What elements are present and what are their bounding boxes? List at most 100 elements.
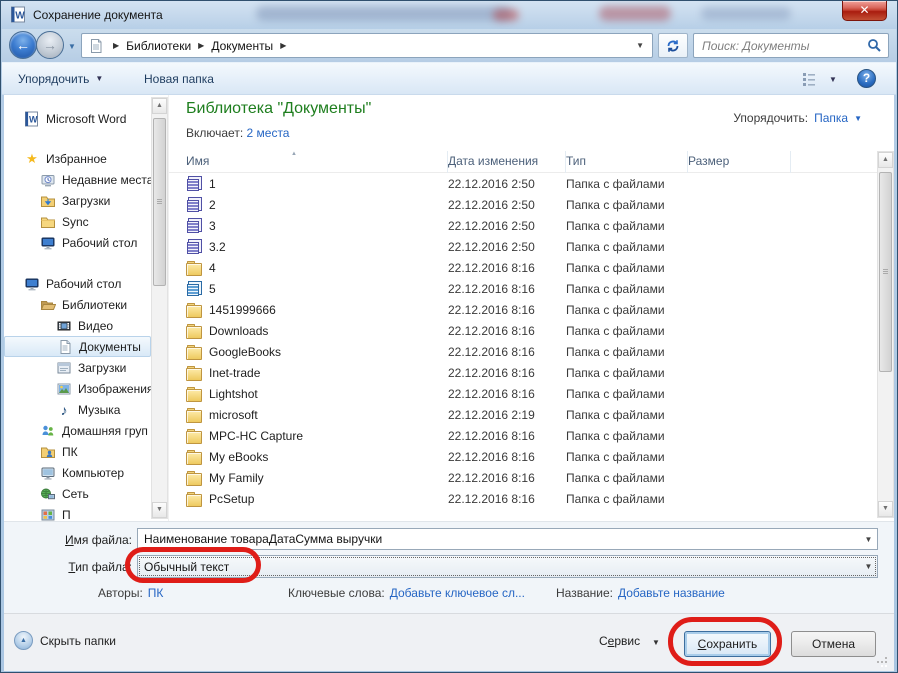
scroll-down-icon[interactable]: ▼ (152, 502, 167, 518)
sidebar-item-network[interactable]: Сеть (4, 483, 151, 504)
resize-grip[interactable] (877, 655, 889, 667)
column-header-name[interactable]: Имя (186, 151, 448, 173)
hide-folders-button[interactable]: ▲ Скрыть папки (14, 631, 116, 650)
file-row[interactable]: Downloads22.12.2016 8:16Папка с файлами (169, 320, 877, 341)
arrange-value-link[interactable]: Папка (814, 111, 848, 125)
new-folder-label: Новая папка (144, 72, 214, 86)
file-icon (186, 302, 202, 318)
sidebar-item-desktop[interactable]: Рабочий стол (4, 232, 151, 253)
sidebar-item-label: Избранное (46, 152, 107, 166)
chevron-down-icon[interactable]: ▼ (652, 638, 660, 647)
file-row[interactable]: microsoft22.12.2016 2:19Папка с файлами (169, 404, 877, 425)
sidebar-item-microsoft-word[interactable]: W Microsoft Word (4, 108, 151, 129)
file-row[interactable]: 145199966622.12.2016 8:16Папка с файлами (169, 299, 877, 320)
filename-input[interactable] (138, 532, 860, 546)
title-value-link[interactable]: Добавьте название (618, 586, 725, 600)
authors-value-link[interactable]: ПК (148, 586, 164, 600)
save-button[interactable]: Сохранить (684, 631, 771, 657)
back-button[interactable]: ← (9, 31, 37, 59)
scroll-up-icon[interactable]: ▲ (152, 98, 167, 114)
sidebar-item-videos[interactable]: Видео (4, 315, 151, 336)
arrange-by-control: Упорядочить: Папка ▼ (733, 111, 862, 125)
sidebar-item-desktop-root[interactable]: Рабочий стол (4, 273, 151, 294)
sidebar-item-control-panel[interactable]: П (4, 504, 151, 521)
pictures-library-icon (56, 381, 72, 397)
word-icon: W (24, 111, 40, 127)
scrollbar-thumb[interactable] (879, 172, 892, 372)
file-row[interactable]: 422.12.2016 8:16Папка с файлами (169, 257, 877, 278)
breadcrumb-documents[interactable]: Документы (211, 39, 273, 53)
address-dropdown-icon[interactable]: ▼ (632, 41, 648, 50)
sidebar-item-music[interactable]: ♪ Музыка (4, 399, 151, 420)
sidebar-item-label: Загрузки (78, 361, 126, 375)
file-row[interactable]: MPC-HC Capture22.12.2016 8:16Папка с фай… (169, 425, 877, 446)
documents-library-icon (57, 339, 73, 355)
sidebar-item-documents[interactable]: Документы (4, 336, 151, 357)
file-row[interactable]: 3.222.12.2016 2:50Папка с файлами (169, 236, 877, 257)
sidebar-item-pictures[interactable]: Изображения (4, 378, 151, 399)
keywords-label: Ключевые слова: (288, 586, 385, 600)
scrollbar-thumb[interactable] (153, 118, 166, 286)
sidebar-item-label: Документы (79, 340, 141, 354)
includes-label: Включает: (186, 126, 243, 140)
file-row[interactable]: Lightshot22.12.2016 8:16Папка с файлами (169, 383, 877, 404)
dialog-footer: ▲ Скрыть папки Сервис ▼ Сохранить Отмена (4, 613, 894, 671)
column-header-date[interactable]: Дата изменения (448, 151, 566, 173)
chevron-down-icon[interactable]: ▼ (860, 535, 877, 544)
sidebar-item-downloads-library[interactable]: Загрузки (4, 357, 151, 378)
file-row[interactable]: Inet-trade22.12.2016 8:16Папка с файлами (169, 362, 877, 383)
sidebar-item-libraries[interactable]: Библиотеки (4, 294, 151, 315)
file-row[interactable]: My eBooks22.12.2016 8:16Папка с файлами (169, 446, 877, 467)
sort-ascending-icon: ▲ (291, 151, 297, 157)
close-button[interactable]: ✕ (842, 1, 887, 21)
address-bar[interactable]: ▶ Библиотеки ▶ Документы ▶ ▼ (81, 33, 653, 58)
sidebar-item-label: Сеть (62, 487, 89, 501)
sidebar-item-sync[interactable]: Sync (4, 211, 151, 232)
scroll-up-icon[interactable]: ▲ (878, 152, 893, 168)
sidebar-scrollbar[interactable]: ▲ ▼ (151, 97, 168, 519)
file-row[interactable]: GoogleBooks22.12.2016 8:16Папка с файлам… (169, 341, 877, 362)
file-icon (186, 470, 202, 486)
column-header-type[interactable]: Тип (566, 151, 688, 173)
file-row[interactable]: My Family22.12.2016 8:16Папка с файлами (169, 467, 877, 488)
cancel-button[interactable]: Отмена (791, 631, 876, 657)
file-row[interactable]: 222.12.2016 2:50Папка с файлами (169, 194, 877, 215)
recent-pages-dropdown[interactable]: ▼ (68, 42, 76, 51)
search-input[interactable] (700, 38, 867, 54)
refresh-button[interactable] (658, 33, 688, 58)
file-row[interactable]: 522.12.2016 8:16Папка с файлами (169, 278, 877, 299)
sidebar-item-recent-places[interactable]: Недавние места (4, 169, 151, 190)
sidebar-item-label: Загрузки (62, 194, 110, 208)
sidebar-item-homegroup[interactable]: Домашняя груп (4, 420, 151, 441)
column-header-size[interactable]: Размер (688, 151, 791, 173)
star-icon: ★ (24, 151, 40, 167)
file-icon (186, 491, 202, 507)
organize-menu-button[interactable]: Упорядочить ▼ (10, 63, 111, 94)
file-row[interactable]: 322.12.2016 2:50Папка с файлами (169, 215, 877, 236)
breadcrumb-libraries[interactable]: Библиотеки (126, 39, 191, 53)
navigation-pane: W Microsoft Word ★ Избранное Недавние ме… (4, 95, 169, 521)
filetype-select[interactable]: Обычный текст ▼ (137, 555, 878, 578)
chevron-down-icon[interactable]: ▼ (860, 562, 877, 571)
sidebar-item-favorites[interactable]: ★ Избранное (4, 148, 151, 169)
file-row[interactable]: 122.12.2016 2:50Папка с файлами (169, 173, 877, 194)
keywords-value-link[interactable]: Добавьте ключевое сл... (390, 586, 525, 600)
sidebar-item-label: Видео (78, 319, 113, 333)
help-icon: ? (863, 71, 870, 85)
forward-button[interactable]: → (36, 31, 64, 59)
scroll-down-icon[interactable]: ▼ (878, 501, 893, 517)
title-bar[interactable]: W Сохранение документа ✕ (1, 1, 897, 29)
sidebar-item-pk[interactable]: ПК (4, 441, 151, 462)
includes-link[interactable]: 2 места (247, 126, 290, 140)
chevron-down-icon[interactable]: ▼ (854, 114, 862, 123)
file-list-scrollbar[interactable]: ▲ ▼ (877, 151, 894, 518)
file-row[interactable]: PcSetup22.12.2016 8:16Папка с файлами (169, 488, 877, 509)
sidebar-item-computer[interactable]: Компьютер (4, 462, 151, 483)
save-form: Имя файла: ▼ Тип файла: Обычный текст ▼ … (4, 521, 894, 613)
sidebar-item-label: Изображения (78, 382, 151, 396)
new-folder-button[interactable]: Новая папка (136, 63, 222, 94)
change-view-button[interactable]: ▼ (798, 68, 840, 90)
sidebar-item-downloads[interactable]: Загрузки (4, 190, 151, 211)
tools-menu-button[interactable]: Сервис (599, 634, 640, 648)
help-button[interactable]: ? (857, 69, 876, 88)
